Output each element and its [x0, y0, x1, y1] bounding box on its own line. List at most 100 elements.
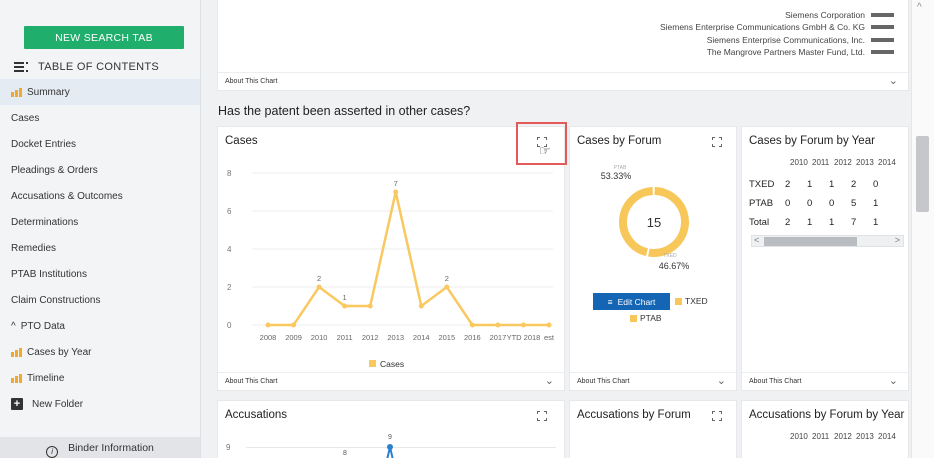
year-header: 2010 2011 2012 2013 2014: [790, 432, 896, 441]
chevron-down-icon[interactable]: ⌄: [889, 374, 898, 387]
scroll-left-icon[interactable]: <: [754, 235, 759, 245]
sidebar-item-label: PTAB Institutions: [11, 268, 87, 280]
table-row: PTAB 0 0 0 5 1: [749, 198, 879, 209]
sidebar-item-pto-data[interactable]: ^ PTO Data: [0, 313, 200, 339]
scrollbar-thumb[interactable]: [916, 136, 929, 212]
slice-percent: 46.67%: [659, 261, 690, 271]
sidebar-item-label: Accusations & Outcomes: [11, 190, 123, 202]
about-chart-link[interactable]: About This Chart: [749, 378, 801, 385]
sidebar-item-label: Determinations: [11, 216, 79, 228]
scrollbar-thumb[interactable]: [764, 237, 857, 246]
sidebar-item-label: Docket Entries: [11, 138, 77, 150]
sidebar-item-docket-entries[interactable]: Docket Entries: [0, 131, 200, 157]
x-tick-label: 2017: [490, 333, 507, 342]
bar-chart-icon: [11, 373, 22, 383]
expand-icon[interactable]: [712, 137, 722, 147]
data-point: [367, 303, 373, 309]
binder-information-button[interactable]: i Binder Information: [0, 437, 200, 458]
sidebar-item-accusations-outcomes[interactable]: Accusations & Outcomes: [0, 183, 200, 209]
forum-year-table: TXED 2 1 1 2 0 PTAB 0 0 0 5 1 Total 2 1 1 7 1: [749, 179, 895, 236]
sidebar-item-claim-constructions[interactable]: Claim Constructions: [0, 287, 200, 313]
data-point: [520, 322, 526, 328]
table-of-contents-header[interactable]: TABLE OF CONTENTS: [14, 61, 159, 73]
legend-swatch: [871, 25, 894, 30]
expand-icon[interactable]: [537, 411, 547, 421]
caret-up-icon: ^: [11, 320, 16, 332]
sidebar-item-cases[interactable]: Cases: [0, 105, 200, 131]
y-tick-label: 0: [227, 321, 232, 330]
legend-item: The Mangrove Partners Master Fund, Ltd.: [660, 46, 894, 58]
card-title: Cases by Forum by Year: [749, 135, 875, 147]
x-tick-label: 2014: [413, 333, 430, 342]
about-chart-footer[interactable]: About This Chart ⌄: [742, 372, 908, 390]
series-line: [268, 191, 549, 327]
toc-nav: Summary Cases Docket Entries Pleadings &…: [0, 79, 200, 417]
bar-chart-icon: [11, 347, 22, 357]
y-tick-label: 9: [226, 443, 231, 452]
expand-icon[interactable]: [712, 411, 722, 421]
data-point: [387, 444, 393, 450]
section-title: Has the patent been asserted in other ca…: [218, 104, 471, 118]
add-folder-icon: +: [11, 398, 23, 410]
chevron-down-icon[interactable]: ⌄: [545, 374, 554, 387]
x-tick-label: 2009: [285, 333, 302, 342]
data-point: [469, 322, 475, 328]
sidebar-item-timeline[interactable]: Timeline: [0, 365, 200, 391]
data-point: [265, 322, 271, 328]
about-chart-link[interactable]: About This Chart: [225, 78, 277, 85]
accusations-by-forum-card: Accusations by Forum: [569, 400, 737, 458]
data-label: 9: [388, 434, 392, 441]
y-tick-label: 6: [227, 207, 232, 216]
filter-icon: ≡: [607, 296, 613, 307]
forum-legend-txed: TXED: [675, 296, 708, 306]
card-title: Accusations by Forum by Year: [749, 409, 905, 421]
card-title: Accusations by Forum: [577, 409, 691, 421]
bar-chart-icon: [11, 87, 22, 97]
table-horizontal-scrollbar[interactable]: < >: [751, 235, 904, 247]
scroll-right-icon[interactable]: >: [895, 235, 900, 245]
data-label: 2: [445, 274, 449, 283]
page-scrollbar[interactable]: ^: [911, 0, 934, 458]
sidebar-item-label: PTO Data: [20, 320, 65, 332]
sidebar-item-new-folder[interactable]: + New Folder: [0, 391, 200, 417]
x-tick-label: 2012: [362, 333, 379, 342]
card-title: Cases by Forum: [577, 135, 662, 147]
top-chart-card: Siemens Corporation Siemens Enterprise C…: [217, 0, 909, 91]
sidebar-item-pleadings-orders[interactable]: Pleadings & Orders: [0, 157, 200, 183]
chevron-down-icon[interactable]: ⌄: [717, 374, 726, 387]
legend-swatch: [630, 314, 637, 322]
sidebar-item-cases-by-year[interactable]: Cases by Year: [0, 339, 200, 365]
slice-name: TXED: [663, 253, 677, 259]
donut-center-label: 15: [647, 215, 661, 230]
about-chart-link[interactable]: About This Chart: [577, 378, 629, 385]
data-point: [495, 322, 501, 328]
cases-by-forum-card: Cases by Forum 15 PTAB 53.33% TXED 46.67% Ab…: [569, 126, 737, 391]
new-search-tab-button[interactable]: NEW SEARCH TAB: [24, 26, 184, 49]
main-content: Siemens Corporation Siemens Enterprise C…: [201, 0, 911, 458]
data-label: 1: [343, 293, 347, 302]
about-chart-footer[interactable]: About This Chart ⌄: [218, 372, 564, 390]
sidebar-item-determinations[interactable]: Determinations: [0, 209, 200, 235]
accusations-by-forum-by-year-card: Accusations by Forum by Year 2010 2011 201…: [741, 400, 909, 458]
y-tick-label: 2: [227, 283, 232, 292]
about-chart-footer[interactable]: About This Chart ⌄: [570, 372, 736, 390]
sidebar-item-label: Cases: [11, 112, 40, 124]
about-chart-link[interactable]: About This Chart: [225, 378, 277, 385]
info-icon: i: [46, 446, 59, 458]
edit-chart-button[interactable]: ≡ Edit Chart: [593, 293, 670, 310]
scroll-up-icon[interactable]: ^: [917, 2, 922, 13]
cases-by-forum-by-year-card: Cases by Forum by Year 2010 2011 2012 2013 2…: [741, 126, 909, 391]
chevron-down-icon[interactable]: ⌄: [889, 74, 898, 87]
sidebar-item-remedies[interactable]: Remedies: [0, 235, 200, 261]
sidebar-item-summary[interactable]: Summary: [0, 79, 200, 105]
cases-line-chart: 0 2 4 6 8 2008 2009 2010 2 2011 1 2012 2013 7 2014 2015…: [227, 169, 555, 369]
chart-legend: Siemens Corporation Siemens Enterprise C…: [660, 9, 894, 58]
about-chart-footer[interactable]: About This Chart ⌄: [218, 72, 908, 90]
sidebar-item-ptab-institutions[interactable]: PTAB Institutions: [0, 261, 200, 287]
sidebar: NEW SEARCH TAB TABLE OF CONTENTS Summary…: [0, 0, 201, 458]
data-point: [444, 284, 450, 290]
table-row: Total 2 1 1 7 1: [749, 217, 879, 228]
y-tick-label: 4: [227, 245, 232, 254]
edit-chart-label: Edit Chart: [617, 296, 656, 307]
accusations-line-fragment: [386, 444, 394, 458]
